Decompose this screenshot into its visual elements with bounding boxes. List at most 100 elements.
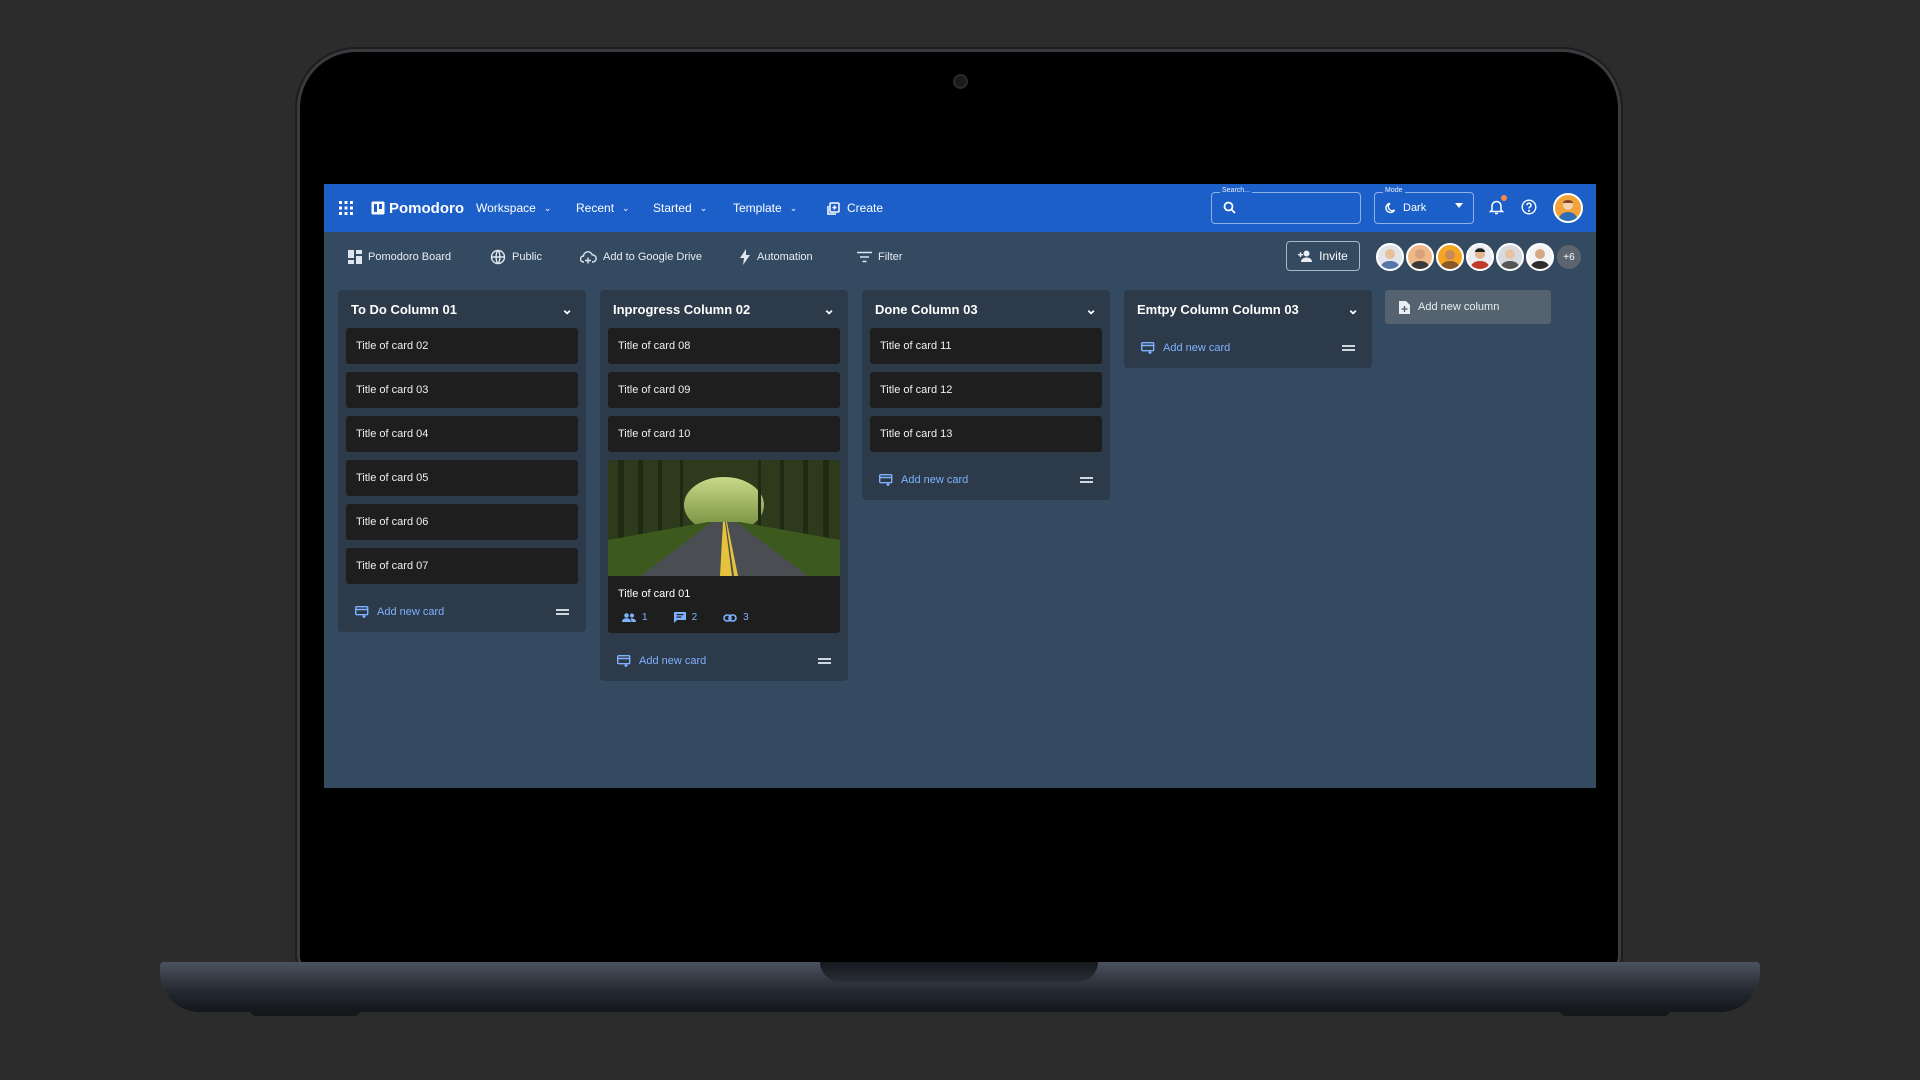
- forest-road-image: [608, 460, 840, 576]
- help-icon: [1521, 199, 1537, 215]
- chevron-down-icon[interactable]: ⌄: [823, 301, 835, 318]
- column-title: To Do Column 01: [351, 301, 457, 317]
- laptop-notch: [820, 962, 1098, 982]
- card[interactable]: Title of card 09: [608, 372, 840, 408]
- column-header: Inprogress Column 02 ⌄: [600, 290, 848, 328]
- chevron-down-icon[interactable]: ⌄: [1085, 301, 1097, 318]
- help-button[interactable]: [1518, 196, 1540, 218]
- add-card-icon: [1141, 342, 1155, 354]
- comments-count: 2: [673, 612, 698, 623]
- add-card-label: Add new card: [1163, 342, 1231, 354]
- add-column-label: Add new column: [1418, 301, 1500, 313]
- filter-button[interactable]: Filter: [857, 232, 902, 282]
- column-header: To Do Column 01 ⌄: [338, 290, 586, 328]
- create-label: Create: [847, 201, 884, 215]
- add-card-icon: [355, 606, 369, 618]
- add-card-button[interactable]: Add new card: [617, 655, 706, 667]
- automation-button[interactable]: Automation: [739, 232, 813, 282]
- card[interactable]: Title of card 12: [870, 372, 1102, 408]
- menu-label: Template: [733, 201, 782, 215]
- column-title: Done Column 03: [875, 301, 978, 317]
- image-card[interactable]: Title of card 01 1 2 3: [608, 460, 840, 633]
- member-avatar[interactable]: [1526, 243, 1554, 271]
- card-meta: 1 2 3: [608, 606, 840, 633]
- card[interactable]: Title of card 10: [608, 416, 840, 452]
- more-members-badge[interactable]: +6: [1555, 243, 1583, 271]
- add-card-label: Add new card: [901, 474, 969, 486]
- add-card-button[interactable]: Add new card: [879, 474, 968, 486]
- board-name-button[interactable]: Pomodoro Board: [348, 232, 451, 282]
- filter-label: Filter: [878, 251, 903, 263]
- card[interactable]: Title of card 03: [346, 372, 578, 408]
- menu-workspace[interactable]: Workspace ⌄: [476, 184, 551, 232]
- camera-icon: [953, 74, 968, 89]
- add-card-row: Add new card: [600, 641, 848, 681]
- laptop-foot-right: [1560, 1010, 1670, 1016]
- create-button[interactable]: Create: [827, 184, 883, 232]
- drag-handle-icon[interactable]: [818, 658, 831, 664]
- notifications-button[interactable]: [1485, 195, 1507, 218]
- chevron-down-icon: ⌄: [699, 202, 708, 213]
- chevron-down-icon[interactable]: ⌄: [561, 301, 573, 318]
- menu-template[interactable]: Template ⌄: [733, 184, 797, 232]
- search-input[interactable]: Search...: [1211, 187, 1361, 224]
- card[interactable]: Title of card 11: [870, 328, 1102, 364]
- mode-label: Mode: [1383, 187, 1405, 194]
- attachments-count-value: 3: [743, 612, 749, 623]
- column-header: Emtpy Column Column 03 ⌄: [1124, 290, 1372, 328]
- apps-grid-icon[interactable]: [339, 184, 353, 232]
- drag-handle-icon[interactable]: [1342, 345, 1355, 351]
- member-avatar[interactable]: [1436, 243, 1464, 271]
- board-column: Emtpy Column Column 03 ⌄ Add new card: [1124, 290, 1372, 368]
- add-card-icon: [879, 474, 893, 486]
- card[interactable]: Title of card 02: [346, 328, 578, 364]
- card[interactable]: Title of card 04: [346, 416, 578, 452]
- user-avatar[interactable]: [1553, 193, 1583, 223]
- card[interactable]: Title of card 07: [346, 548, 578, 584]
- member-avatar[interactable]: [1496, 243, 1524, 271]
- board-column: To Do Column 01 ⌄ Title of card 02 Title…: [338, 290, 586, 632]
- card[interactable]: Title of card 05: [346, 460, 578, 496]
- add-column-button[interactable]: Add new column: [1385, 290, 1551, 324]
- member-avatar[interactable]: [1406, 243, 1434, 271]
- menu-label: Workspace: [476, 201, 536, 215]
- laptop-foot-left: [250, 1010, 360, 1016]
- app-logo[interactable]: Pomodoro: [371, 184, 464, 232]
- add-card-button[interactable]: Add new card: [355, 606, 444, 618]
- column-title: Emtpy Column Column 03: [1137, 301, 1299, 317]
- visibility-button[interactable]: Public: [490, 232, 542, 282]
- drag-handle-icon[interactable]: [1080, 477, 1093, 483]
- chevron-down-icon[interactable]: ⌄: [1347, 301, 1359, 318]
- member-avatar[interactable]: [1376, 243, 1404, 271]
- bell-icon: [1488, 200, 1504, 215]
- menu-label: Recent: [576, 201, 615, 215]
- card[interactable]: Title of card 08: [608, 328, 840, 364]
- menu-started[interactable]: Started ⌄: [653, 184, 707, 232]
- card[interactable]: Title of card 13: [870, 416, 1102, 452]
- add-card-row: Add new card: [862, 460, 1110, 500]
- google-drive-label: Add to Google Drive: [603, 251, 703, 263]
- bolt-icon: [740, 249, 750, 265]
- member-avatar[interactable]: [1466, 243, 1494, 271]
- attachments-count: 3: [723, 612, 749, 623]
- moon-icon: [1385, 202, 1396, 214]
- menu-label: Started: [653, 201, 692, 215]
- mode-select[interactable]: Mode Dark: [1374, 187, 1474, 224]
- automation-label: Automation: [757, 251, 813, 263]
- invite-button[interactable]: Invite: [1286, 241, 1360, 271]
- drag-handle-icon[interactable]: [556, 609, 569, 615]
- mode-value: Dark: [1403, 202, 1427, 214]
- add-card-label: Add new card: [377, 606, 445, 618]
- top-navbar: Pomodoro Workspace ⌄ Recent ⌄ Started ⌄ Tem…: [324, 184, 1596, 232]
- google-drive-button[interactable]: Add to Google Drive: [580, 232, 702, 282]
- menu-recent[interactable]: Recent ⌄: [576, 184, 630, 232]
- card[interactable]: Title of card 06: [346, 504, 578, 540]
- add-card-button[interactable]: Add new card: [1141, 342, 1230, 354]
- card-title: Title of card 01: [618, 588, 691, 600]
- visibility-label: Public: [512, 251, 542, 263]
- caret-down-icon: [1455, 203, 1463, 208]
- people-icon: [622, 613, 636, 622]
- board-column: Inprogress Column 02 ⌄ Title of card 08 …: [600, 290, 848, 681]
- dashboard-icon: [348, 250, 362, 264]
- comments-count-value: 2: [691, 612, 698, 623]
